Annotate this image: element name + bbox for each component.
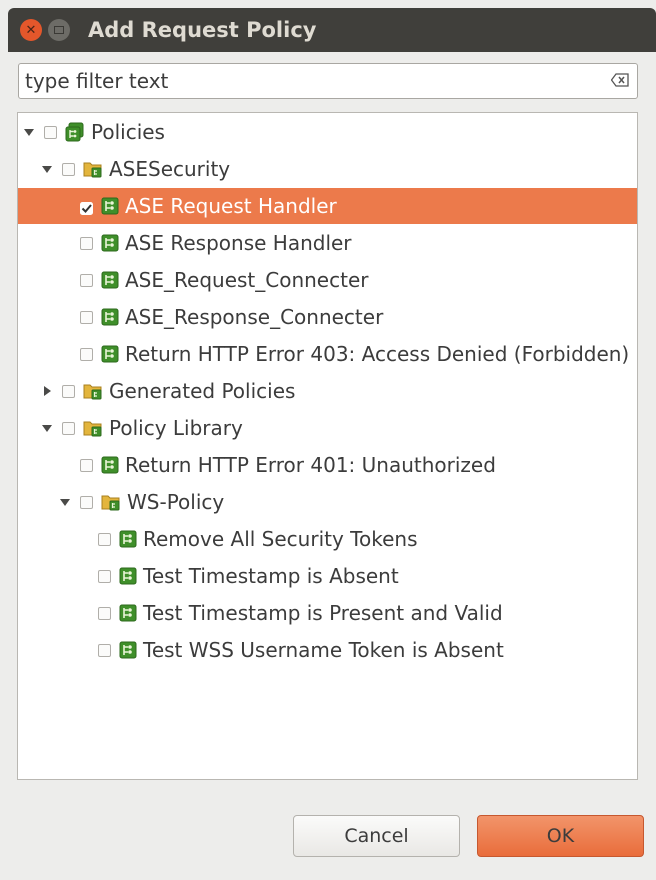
policy-icon <box>101 456 119 474</box>
ok-button[interactable]: OK <box>477 815 644 857</box>
tree-item-label: Test WSS Username Token is Absent <box>143 638 504 662</box>
expand-arrow-down-icon[interactable] <box>42 423 52 433</box>
folder-icon <box>83 382 103 400</box>
tree-item[interactable]: Test Timestamp is Absent <box>18 558 637 594</box>
tree-item[interactable]: ASESecurity <box>18 151 637 187</box>
policy-tree[interactable]: Policies ASESecurity ASE Request Handler AS… <box>17 112 638 780</box>
tree-item[interactable]: Test Timestamp is Present and Valid <box>18 595 637 631</box>
tree-item[interactable]: Test WSS Username Token is Absent <box>18 632 637 668</box>
tree-item-checkbox[interactable] <box>80 236 93 250</box>
expand-arrow-right-icon[interactable] <box>42 386 52 396</box>
tree-item-checkbox[interactable] <box>62 421 75 435</box>
tree-item-label: ASE_Request_Connecter <box>125 268 369 292</box>
tree-item-checkbox[interactable] <box>98 606 111 620</box>
tree-item-label: Generated Policies <box>109 379 296 403</box>
tree-item-checkbox[interactable] <box>98 532 111 546</box>
expand-arrow-down-icon[interactable] <box>24 127 34 137</box>
policy-icon <box>101 234 119 252</box>
tree-item[interactable]: ASE_Request_Connecter <box>18 262 637 298</box>
policy-icon <box>119 567 137 585</box>
filter-field[interactable] <box>18 63 638 99</box>
tree-item-label: Return HTTP Error 403: Access Denied (Fo… <box>125 342 630 366</box>
clear-text-icon[interactable] <box>611 73 629 87</box>
tree-item-label: Test Timestamp is Present and Valid <box>143 601 503 625</box>
folder-icon <box>101 493 121 511</box>
policy-icon <box>119 641 137 659</box>
tree-item[interactable]: ASE_Response_Connecter <box>18 299 637 335</box>
tree-item-label: ASE Response Handler <box>125 231 352 255</box>
tree-item[interactable]: Policies <box>18 114 637 150</box>
tree-item-label: Policy Library <box>109 416 243 440</box>
tree-item-label: Remove All Security Tokens <box>143 527 418 551</box>
tree-item-checkbox[interactable] <box>80 347 93 361</box>
tree-item-checkbox[interactable] <box>80 273 93 287</box>
tree-item-checkbox[interactable] <box>80 458 93 472</box>
filter-input[interactable] <box>19 65 607 97</box>
tree-item[interactable]: ASE Response Handler <box>18 225 637 261</box>
tree-item-label: Return HTTP Error 401: Unauthorized <box>125 453 496 477</box>
tree-item-label: ASESecurity <box>109 157 231 181</box>
tree-item-checkbox[interactable] <box>80 310 93 324</box>
policy-icon <box>101 345 119 363</box>
policy-icon <box>119 604 137 622</box>
tree-item-checkbox[interactable] <box>62 162 75 176</box>
folder-icon <box>83 160 103 178</box>
tree-item-checkbox[interactable] <box>98 643 111 657</box>
tree-item[interactable]: WS-Policy <box>18 484 637 520</box>
tree-item-label: Test Timestamp is Absent <box>143 564 399 588</box>
tree-item[interactable]: Remove All Security Tokens <box>18 521 637 557</box>
tree-item-checkbox[interactable] <box>98 569 111 583</box>
expand-arrow-down-icon[interactable] <box>42 164 52 174</box>
title-bar: ✕ Add Request Policy <box>8 8 656 52</box>
tree-item[interactable]: ASE Request Handler <box>18 188 637 224</box>
policy-icon <box>101 308 119 326</box>
tree-item[interactable]: Policy Library <box>18 410 637 446</box>
close-icon[interactable]: ✕ <box>20 19 42 41</box>
tree-item-label: Policies <box>91 120 165 144</box>
tree-item-checkbox[interactable] <box>80 495 93 509</box>
tree-item-checkbox[interactable] <box>44 125 57 139</box>
policy-folder-icon <box>65 122 85 142</box>
folder-icon <box>83 419 103 437</box>
tree-item[interactable]: Generated Policies <box>18 373 637 409</box>
window-title: Add Request Policy <box>88 18 317 42</box>
tree-item-checkbox[interactable] <box>62 384 75 398</box>
policy-icon <box>101 197 119 215</box>
tree-item-label: WS-Policy <box>127 490 225 514</box>
tree-item-checkbox[interactable] <box>80 200 93 215</box>
expand-arrow-down-icon[interactable] <box>60 497 70 507</box>
cancel-button[interactable]: Cancel <box>293 815 460 857</box>
tree-item-label: ASE Request Handler <box>125 194 337 218</box>
maximize-icon[interactable] <box>48 19 70 41</box>
policy-icon <box>119 530 137 548</box>
tree-item-label: ASE_Response_Connecter <box>125 305 384 329</box>
tree-item[interactable]: Return HTTP Error 401: Unauthorized <box>18 447 637 483</box>
tree-item[interactable]: Return HTTP Error 403: Access Denied (Fo… <box>18 336 637 372</box>
policy-icon <box>101 271 119 289</box>
